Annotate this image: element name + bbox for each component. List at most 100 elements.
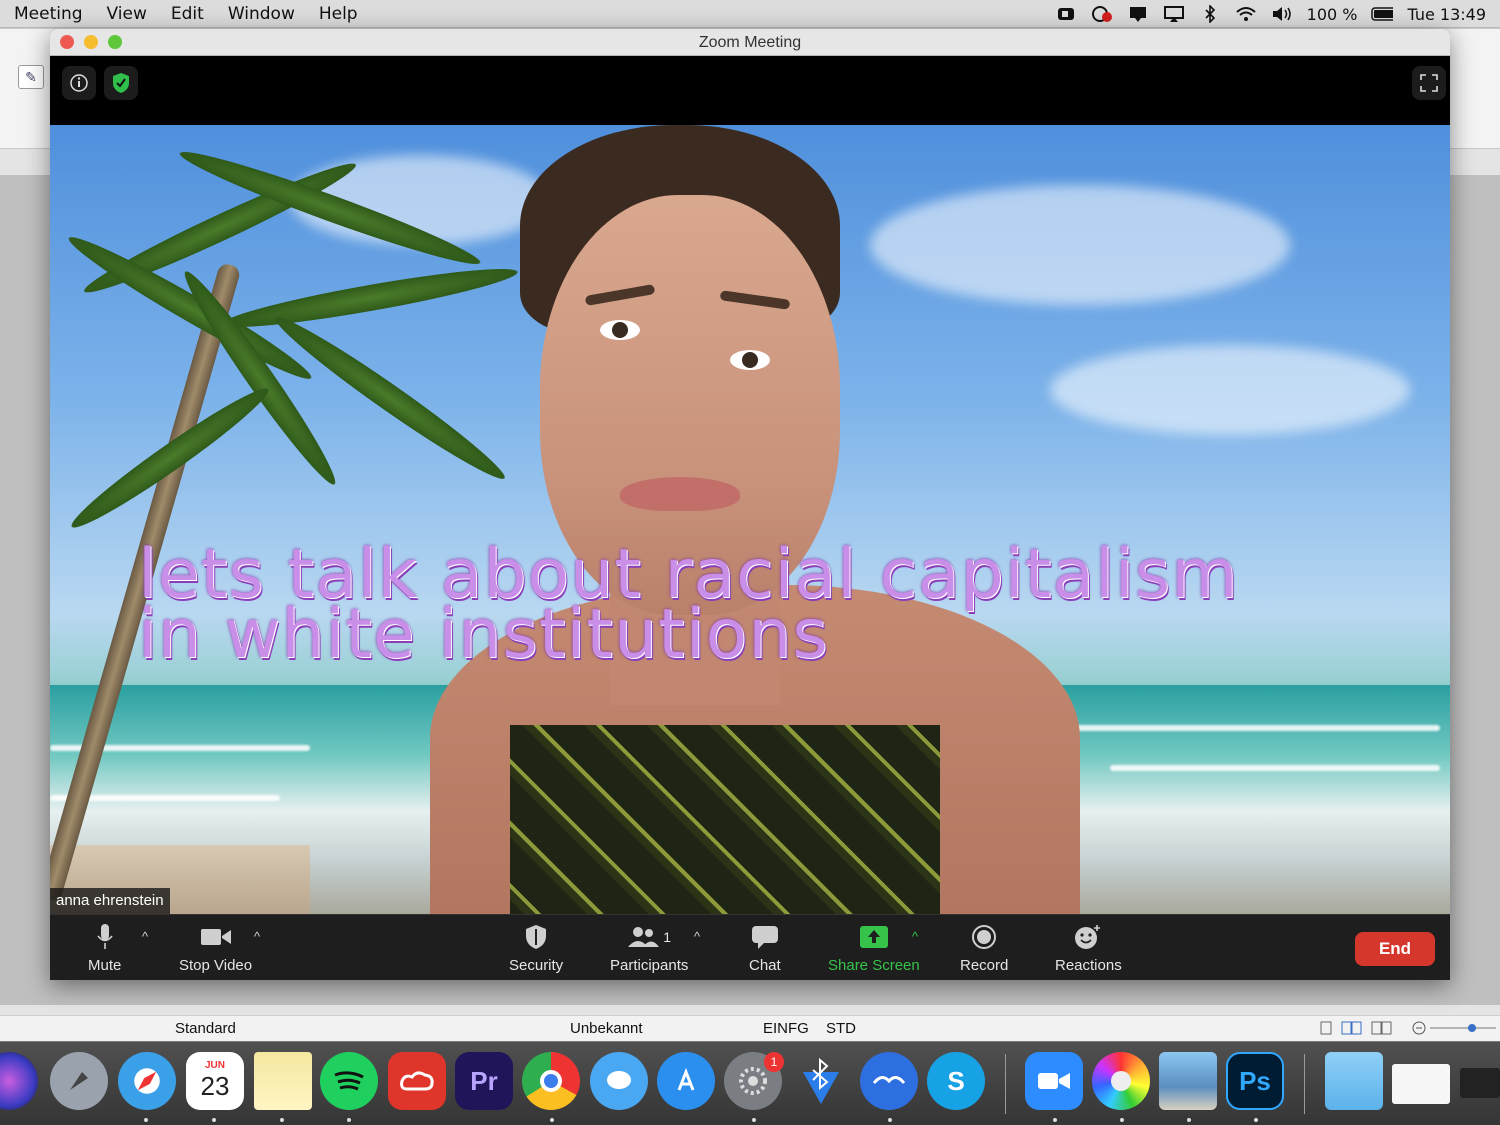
bluetooth-app-icon[interactable] <box>792 1052 850 1110</box>
meeting-controls: Mute ^ Stop Video ^ Security 1 Participa… <box>50 914 1450 980</box>
reactions-smiley-icon <box>1075 925 1101 949</box>
skype-label: S <box>947 1065 965 1096</box>
video-options-chevron-icon[interactable]: ^ <box>254 929 260 944</box>
edit-icon[interactable]: ✎ <box>18 65 44 89</box>
zoom-status-icon[interactable] <box>1055 5 1077 23</box>
meeting-info-button[interactable] <box>62 66 96 100</box>
participant-name-tag: anna ehrenstein <box>50 888 170 914</box>
status-area: 100 % Tue 13:49 <box>1055 0 1500 28</box>
stop-video-button[interactable]: Stop Video <box>179 923 252 974</box>
creative-cloud-icon[interactable] <box>388 1052 446 1110</box>
record-button[interactable]: Record <box>960 923 1008 974</box>
battery-percent: 100 % <box>1306 4 1358 24</box>
status-mode-insert: EINFG <box>763 1020 809 1037</box>
stop-video-label: Stop Video <box>179 957 253 974</box>
safari-icon[interactable] <box>118 1052 176 1110</box>
background-status-bar: Standard Unbekannt EINFG STD <box>0 1015 1500 1041</box>
participant-video <box>430 125 1080 914</box>
notes-icon[interactable] <box>254 1052 312 1110</box>
audio-options-chevron-icon[interactable]: ^ <box>142 929 148 944</box>
participants-count: 1 <box>663 929 672 945</box>
siri-icon[interactable] <box>0 1052 38 1110</box>
spotify-icon[interactable] <box>320 1052 378 1110</box>
microphone-icon <box>97 924 113 949</box>
skype-icon[interactable]: S <box>927 1052 985 1110</box>
record-icon <box>972 925 997 949</box>
menu-window[interactable]: Window <box>228 4 295 24</box>
document-thumbnail-icon[interactable] <box>1392 1064 1450 1104</box>
chrome-icon[interactable] <box>522 1052 580 1110</box>
security-label: Security <box>509 957 564 974</box>
participants-chevron-icon[interactable]: ^ <box>694 929 700 944</box>
photoshop-label: Ps <box>1239 1065 1271 1096</box>
mute-label: Mute <box>88 957 122 974</box>
dock: JUN 23 Pr 1 S Ps <box>0 1041 1500 1125</box>
chat-button[interactable]: Chat <box>749 923 781 974</box>
trash-preview-icon[interactable] <box>1460 1068 1500 1098</box>
messages-icon[interactable] <box>590 1052 648 1110</box>
mute-button[interactable]: Mute <box>88 923 121 974</box>
photos-icon[interactable] <box>1092 1052 1150 1110</box>
encryption-button[interactable] <box>104 66 138 100</box>
overlay-line-2: in white institutions <box>138 595 829 674</box>
calendar-day: 23 <box>200 1071 230 1101</box>
patterned-top <box>510 725 940 914</box>
chat-bubble-icon <box>751 926 778 949</box>
airplay-icon[interactable] <box>1163 5 1185 23</box>
reactions-button[interactable]: Reactions <box>1055 923 1122 974</box>
menu-meeting[interactable]: Meeting <box>14 4 83 24</box>
end-meeting-button[interactable]: End <box>1355 932 1435 966</box>
launchpad-icon[interactable] <box>50 1052 108 1110</box>
clock[interactable]: Tue 13:49 <box>1407 5 1486 24</box>
menu-edit[interactable]: Edit <box>171 4 204 24</box>
screen-record-icon[interactable] <box>1091 5 1113 23</box>
fullscreen-button[interactable] <box>1412 66 1446 100</box>
preview-icon[interactable] <box>1159 1052 1217 1110</box>
record-label: Record <box>960 957 1009 974</box>
participants-button[interactable]: 1 Participants <box>610 923 688 974</box>
participants-label: Participants <box>610 957 689 974</box>
volume-icon[interactable] <box>1271 5 1293 23</box>
calendar-icon[interactable]: JUN 23 <box>186 1052 244 1110</box>
video-feed: lets talk about racial capitalism in whi… <box>50 125 1450 914</box>
share-screen-label: Share Screen <box>828 957 920 974</box>
bluetooth-icon[interactable] <box>1199 5 1221 23</box>
share-screen-button[interactable]: Share Screen <box>828 923 920 974</box>
shield-check-icon <box>113 73 129 93</box>
zoom-window-button[interactable] <box>108 35 122 49</box>
menu-view[interactable]: View <box>107 4 147 24</box>
window-title: Zoom Meeting <box>698 34 802 51</box>
share-screen-icon <box>859 926 888 948</box>
menu-bar: Meeting View Edit Window Help 100 % Tue … <box>0 0 1500 28</box>
battery-icon[interactable] <box>1371 5 1394 23</box>
security-button[interactable]: Security <box>509 923 563 974</box>
close-window-button[interactable] <box>60 35 74 49</box>
downloads-folder-icon[interactable] <box>1325 1052 1383 1110</box>
status-style: Standard <box>175 1020 236 1037</box>
share-options-chevron-icon[interactable]: ^ <box>912 929 918 944</box>
view-layout-icons[interactable] <box>1320 1021 1396 1039</box>
zoom-app-icon[interactable] <box>1025 1052 1083 1110</box>
notification-icon[interactable] <box>1127 5 1149 23</box>
chat-label: Chat <box>749 957 781 974</box>
participants-icon <box>628 927 660 947</box>
openoffice-icon[interactable] <box>860 1052 918 1110</box>
minimize-window-button[interactable] <box>84 35 98 49</box>
status-mode-std: STD <box>826 1020 856 1037</box>
menu-help[interactable]: Help <box>319 4 358 24</box>
title-bar[interactable]: Zoom Meeting <box>50 29 1450 56</box>
photoshop-icon[interactable]: Ps <box>1226 1052 1284 1110</box>
overlay-caption: lets talk about racial capitalism in whi… <box>138 541 1338 674</box>
wifi-icon[interactable] <box>1235 5 1257 23</box>
info-icon <box>70 74 88 92</box>
status-language: Unbekannt <box>570 1020 643 1037</box>
premiere-label: Pr <box>470 1065 498 1096</box>
reactions-label: Reactions <box>1055 957 1122 974</box>
fullscreen-icon <box>1420 74 1438 92</box>
premiere-icon[interactable]: Pr <box>455 1052 513 1110</box>
zoom-slider[interactable] <box>1412 1021 1498 1039</box>
app-store-icon[interactable] <box>657 1052 715 1110</box>
video-camera-icon <box>200 929 231 945</box>
meeting-top-strip <box>50 56 1450 125</box>
calendar-month: JUN <box>204 1060 225 1071</box>
